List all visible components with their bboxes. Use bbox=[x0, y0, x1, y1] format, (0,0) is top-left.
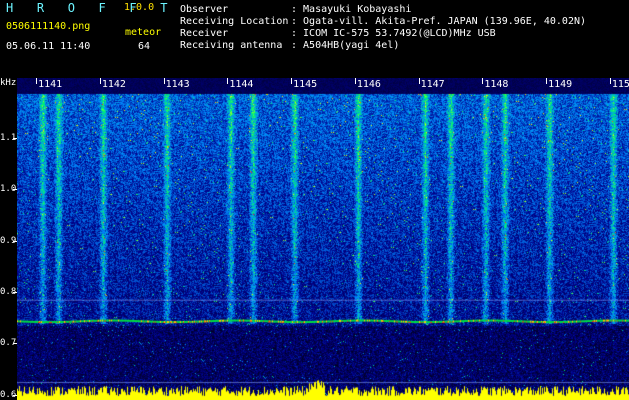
frequency-tick-mark bbox=[13, 189, 17, 191]
location-label: Receiving Location bbox=[180, 16, 289, 27]
observer-label: Observer bbox=[180, 4, 229, 15]
time-tick-label: 1146 bbox=[356, 79, 381, 90]
time-tick-label: 1142 bbox=[101, 79, 126, 90]
time-tick-label: 1149 bbox=[548, 79, 573, 90]
header-panel: H R O F F T 1.0.0 0506111140.png meteor … bbox=[0, 0, 629, 76]
frequency-tick-mark bbox=[13, 137, 17, 139]
spectrogram-canvas bbox=[17, 78, 629, 400]
app-version: 1.0.0 bbox=[124, 2, 155, 13]
frequency-unit-label: kHz bbox=[0, 78, 17, 88]
antenna-value: : A504HB(yagi 4el) bbox=[291, 40, 400, 51]
observation-datetime: 05.06.11 11:40 bbox=[6, 41, 91, 52]
time-tick-mark bbox=[227, 78, 229, 84]
time-axis: 1141 1142 1143 1144 1145 1146 1147 1148 1149 1150 bbox=[17, 78, 629, 94]
time-tick-label: 1145 bbox=[293, 79, 318, 90]
location-value: : Ogata-vill. Akita-Pref. JAPAN (139.96E… bbox=[291, 16, 587, 27]
time-tick-mark bbox=[418, 78, 420, 84]
time-tick-label: 1141 bbox=[38, 79, 63, 90]
time-tick-mark bbox=[36, 78, 38, 84]
time-tick-mark bbox=[163, 78, 165, 84]
file-name: 0506111140.png bbox=[6, 21, 91, 32]
antenna-label: Receiving antenna bbox=[180, 40, 283, 51]
time-tick-label: 1148 bbox=[484, 79, 509, 90]
receiver-label: Receiver bbox=[180, 28, 229, 39]
time-tick-label: 1147 bbox=[420, 79, 445, 90]
time-tick-mark bbox=[99, 78, 101, 84]
time-tick-label: 1150 bbox=[611, 79, 629, 90]
time-tick-label: 1143 bbox=[165, 79, 190, 90]
frequency-tick-mark bbox=[13, 394, 17, 396]
frequency-axis: kHz 1.1 1.0 0.9 0.8 0.7 0.6 bbox=[0, 78, 17, 400]
detection-category: meteor bbox=[125, 27, 162, 38]
time-tick-mark bbox=[546, 78, 548, 84]
receiver-value: : ICOM IC-575 53.7492(@LCD)MHz USB bbox=[291, 28, 496, 39]
time-tick-mark bbox=[482, 78, 484, 84]
time-tick-label: 1144 bbox=[229, 79, 254, 90]
time-tick-mark bbox=[609, 78, 611, 84]
time-tick-mark bbox=[291, 78, 293, 84]
meteor-count: 64 bbox=[138, 41, 151, 52]
frequency-tick-mark bbox=[13, 240, 17, 242]
frequency-tick-mark bbox=[13, 343, 17, 345]
observer-value: : Masayuki Kobayashi bbox=[291, 4, 412, 15]
time-tick-mark bbox=[354, 78, 356, 84]
frequency-tick-mark bbox=[13, 292, 17, 293]
